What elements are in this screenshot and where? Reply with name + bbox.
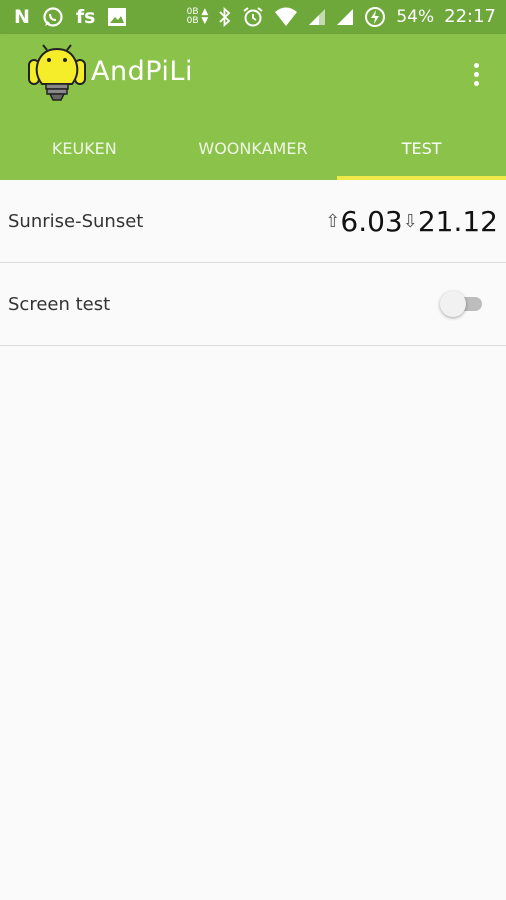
tab-test[interactable]: TEST	[337, 116, 506, 180]
battery-charging-icon	[365, 7, 386, 27]
sunset-arrow-icon: ⇩	[402, 210, 418, 232]
signal-icon	[337, 9, 354, 25]
sunrise-time: 6.03	[340, 204, 403, 238]
image-icon	[108, 8, 127, 26]
list-item-screen-test[interactable]: Screen test	[0, 263, 506, 346]
tab-woonkamer[interactable]: WOONKAMER	[169, 116, 338, 180]
app-bar: AndPiLi KEUKEN WOONKAMER TEST	[0, 34, 506, 180]
screen-test-toggle[interactable]	[440, 289, 484, 319]
signal-icon	[309, 9, 326, 25]
toggle-thumb	[440, 291, 466, 317]
overflow-menu-icon[interactable]	[462, 58, 490, 90]
system-icons: 0B ▲ 0B ▼ 54% 22:17	[187, 6, 496, 28]
data-activity-indicator: 0B ▲ 0B ▼	[186, 7, 209, 26]
toolbar: AndPiLi	[0, 34, 506, 116]
clock: 22:17	[444, 6, 496, 27]
wifi-icon	[275, 7, 298, 26]
android-bulb-logo-icon	[28, 44, 86, 101]
tab-bar: KEUKEN WOONKAMER TEST	[0, 116, 506, 180]
bluetooth-icon	[219, 7, 231, 27]
n-icon: N	[14, 5, 30, 28]
battery-percent: 54%	[396, 6, 435, 27]
fs-text: fs	[75, 5, 96, 28]
list-item-sunrise-sunset[interactable]: Sunrise-Sunset ⇧ 6.03 ⇩ 21.12	[0, 180, 506, 263]
notification-icons: N fs	[14, 6, 127, 28]
sunrise-arrow-icon: ⇧	[325, 210, 341, 232]
sunset-time: 21.12	[417, 204, 498, 238]
status-bar: N fs 0B ▲ 0B ▼ 54% 22:17	[0, 0, 506, 34]
list-item-label: Sunrise-Sunset	[8, 210, 144, 232]
settings-list: Sunrise-Sunset ⇧ 6.03 ⇩ 21.12 Screen tes…	[0, 180, 506, 346]
whatsapp-icon	[43, 7, 63, 27]
app-title: AndPiLi	[91, 56, 193, 87]
tab-keuken[interactable]: KEUKEN	[0, 116, 169, 180]
alarm-icon	[243, 7, 263, 27]
sunrise-sunset-times: ⇧ 6.03 ⇩ 21.12	[325, 205, 498, 238]
list-item-label: Screen test	[8, 293, 111, 315]
